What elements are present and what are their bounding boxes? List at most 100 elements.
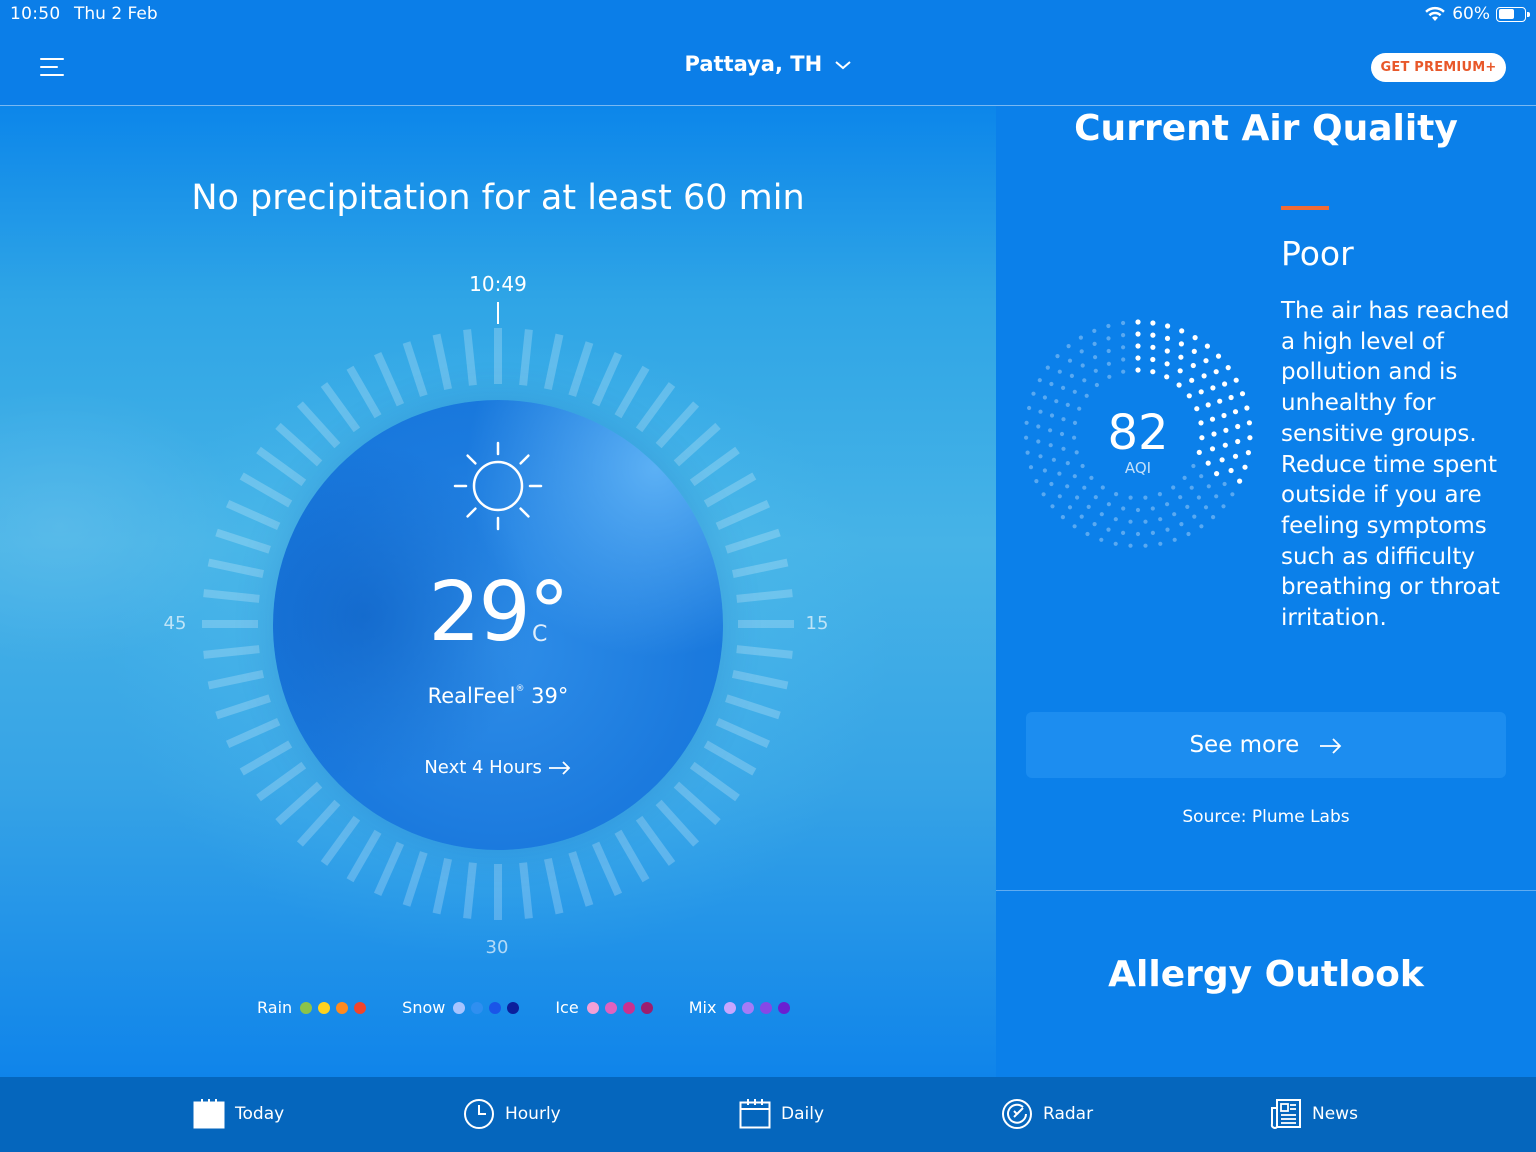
get-premium-button[interactable]: GET PREMIUM+ [1371,53,1506,82]
aqi-dot [1172,537,1177,542]
aqi-dot [1049,481,1054,487]
aqi-dot [1075,495,1080,500]
aqi-dot [1209,416,1216,422]
sun-icon [453,441,543,531]
aqi-dot [1165,527,1170,532]
aqi-dot [1158,517,1163,522]
aqi-dot [1121,369,1126,374]
aqi-dot [1228,394,1234,401]
aqi-dot [1092,522,1097,527]
minute-tick [543,333,564,391]
aqi-dot [1214,471,1220,477]
aqi-dot [1093,355,1098,360]
minute-tick [655,401,700,449]
aqi-dot [1057,471,1062,476]
aqi-dot [1025,450,1030,455]
aqi-dot [1228,467,1234,474]
aqi-dot [1179,328,1185,334]
aqi-dot [1092,341,1097,346]
aqi-dot [1024,435,1029,440]
minute-tick [731,669,789,690]
minute-tick [373,351,405,407]
aqi-dot [1199,524,1204,529]
aqi-dot [1079,514,1084,519]
aqi-dot [1079,349,1084,354]
aqi-dot [1106,502,1111,507]
calendar-today-icon [193,1099,225,1129]
air-quality-source: Source: Plume Labs [1182,807,1350,827]
aqi-dot [1189,377,1195,383]
aqi-dot [1065,484,1070,489]
aqi-dot [1099,537,1104,542]
minute-tick [736,589,793,603]
minute-tick [519,329,533,386]
newspaper-icon [1270,1099,1301,1129]
aqi-dot [1196,495,1201,500]
battery-icon [1496,6,1530,22]
aqi-dot [1121,320,1126,326]
minute-tick [239,472,293,508]
aqi-dot [1114,492,1119,497]
precipitation-legend: Rain Snow Ice Mix [257,998,826,1017]
aqi-dot [1232,409,1239,415]
dial-label-45: 45 [163,613,187,634]
aqi-dot [1067,505,1073,510]
minute-tick [296,799,341,847]
aqi-dot [1093,495,1098,500]
aqi-dot [1203,358,1209,364]
radar-icon [1002,1099,1032,1129]
aqi-dot [1094,382,1099,388]
legend-color-dot [489,1001,502,1014]
air-quality-accent-bar [1281,206,1329,210]
aqi-dot [1178,341,1184,347]
minute-tick [296,401,341,449]
air-quality-level: Poor [1281,234,1354,273]
calendar-icon [739,1099,771,1129]
aqi-dot [1113,541,1118,546]
legend-color-dot [778,1001,791,1014]
see-more-label: See more [1189,732,1300,758]
see-more-button[interactable]: See more [1026,712,1506,778]
tab-hourly[interactable]: Hourly [463,1098,561,1130]
aqi-dot [1100,485,1105,490]
status-date: Thu 2 Feb [74,4,158,24]
aqi-dot [1072,435,1077,440]
legend-color-dot [640,1001,653,1014]
dial-label-30: 30 [485,937,509,958]
aqi-dot [1143,519,1148,524]
minute-tick [715,499,771,531]
minute-tick [215,528,271,554]
minute-tick [635,815,676,866]
aqi-dot [1121,357,1126,362]
legend-snow: Snow [402,998,525,1017]
aqi-dot [1106,527,1111,532]
aqi-dot [1177,368,1183,374]
location-name: Pattaya, TH [684,52,823,76]
status-right: 60% [1424,4,1530,24]
tab-daily[interactable]: Daily [739,1098,824,1130]
aqi-dot [1049,381,1054,387]
next-4-hours-link[interactable]: Next 4 Hours [398,757,598,778]
aqi-dot [1150,320,1156,326]
legend-label: Ice [555,998,579,1017]
aqi-dot [1037,378,1042,383]
aqi-dot [1106,348,1111,354]
aqi-dot [1211,431,1217,437]
aqi-dot [1128,543,1133,548]
realfeel-label: RealFeel [427,684,516,708]
legend-label: Rain [257,998,293,1017]
location-selector[interactable]: Pattaya, TH [0,52,1536,76]
aqi-dot [1038,454,1043,459]
precipitation-message: No precipitation for at least 60 min [191,178,805,218]
temperature-unit: C [532,622,548,647]
tab-today[interactable]: Today [193,1098,284,1130]
aqi-dot [1198,420,1204,426]
minute-tick [207,669,265,690]
tab-news[interactable]: News [1270,1098,1358,1130]
aqi-dot [1165,502,1170,507]
tab-radar[interactable]: Radar [1001,1098,1093,1130]
aqi-dot [1060,515,1065,520]
aqi-dot [1150,506,1155,511]
wifi-icon [1425,6,1446,21]
minute-tick [655,799,700,847]
